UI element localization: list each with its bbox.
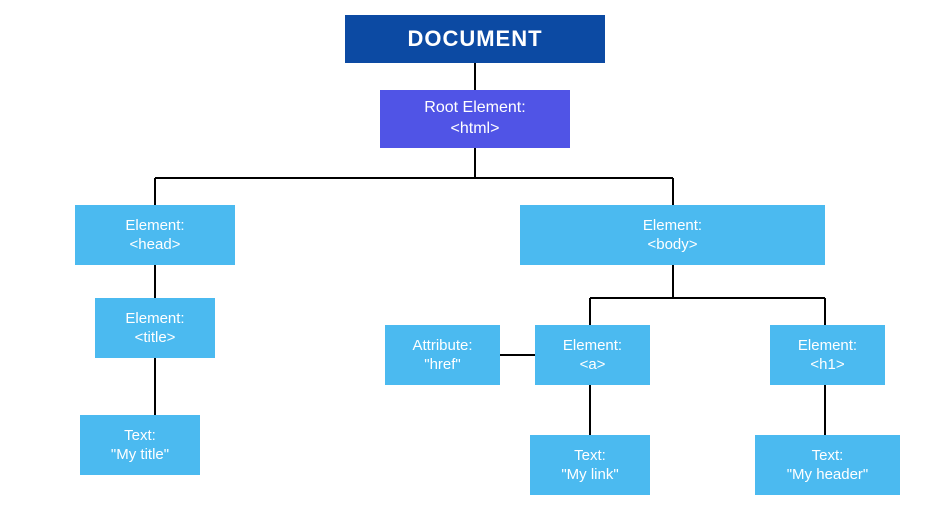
node-root-line2: <html> [451,119,500,140]
node-text-mylink: Text: "My link" [530,435,650,495]
node-h1: Element: <h1> [770,325,885,385]
node-attr-href-line1: Attribute: [412,336,472,356]
node-document-label: DOCUMENT [407,25,542,54]
node-title: Element: <title> [95,298,215,358]
node-document: DOCUMENT [345,15,605,63]
node-body-line1: Element: [643,216,702,236]
node-attr-href-line2: "href" [424,355,461,375]
node-title-line2: <title> [135,328,176,348]
node-head: Element: <head> [75,205,235,265]
node-text-mytitle-line2: "My title" [111,445,169,465]
node-body: Element: <body> [520,205,825,265]
node-text-myheader-line1: Text: [812,446,844,466]
node-head-line1: Element: [125,216,184,236]
node-attr-href: Attribute: "href" [385,325,500,385]
node-root-html: Root Element: <html> [380,90,570,148]
node-a-line1: Element: [563,336,622,356]
node-text-myheader: Text: "My header" [755,435,900,495]
node-text-mylink-line2: "My link" [561,465,618,485]
node-text-mytitle-line1: Text: [124,426,156,446]
node-a: Element: <a> [535,325,650,385]
node-text-myheader-line2: "My header" [787,465,869,485]
node-body-line2: <body> [647,235,697,255]
node-title-line1: Element: [125,309,184,329]
node-root-line1: Root Element: [424,98,525,119]
node-text-mylink-line1: Text: [574,446,606,466]
node-h1-line1: Element: [798,336,857,356]
node-h1-line2: <h1> [810,355,844,375]
node-head-line2: <head> [130,235,181,255]
node-text-mytitle: Text: "My title" [80,415,200,475]
node-a-line2: <a> [580,355,606,375]
